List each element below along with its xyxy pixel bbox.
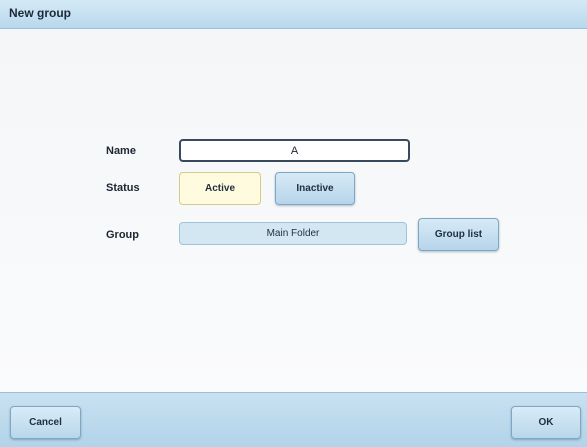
name-label: Name xyxy=(106,145,136,157)
cancel-button[interactable]: Cancel xyxy=(10,406,81,439)
title-bar: New group xyxy=(0,0,587,29)
window-title: New group xyxy=(9,6,71,20)
form-panel xyxy=(0,29,587,392)
name-input[interactable] xyxy=(179,139,410,162)
footer-bar xyxy=(0,392,587,447)
group-list-button[interactable]: Group list xyxy=(418,218,499,251)
status-label: Status xyxy=(106,182,140,194)
status-inactive-button[interactable]: Inactive xyxy=(275,172,355,205)
ok-button[interactable]: OK xyxy=(511,406,581,439)
status-active-button[interactable]: Active xyxy=(179,172,261,205)
group-label: Group xyxy=(106,229,139,241)
group-field[interactable]: Main Folder xyxy=(179,222,407,245)
